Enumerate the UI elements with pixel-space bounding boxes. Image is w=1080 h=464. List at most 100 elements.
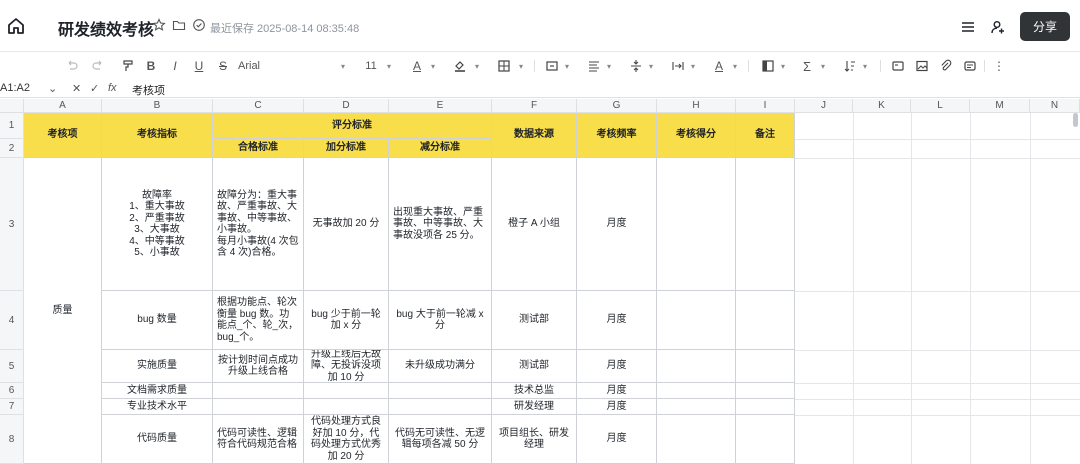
column-header[interactable]: C (213, 99, 304, 113)
redo-icon[interactable] (90, 57, 106, 75)
cell-minus[interactable] (389, 399, 492, 415)
chevron-down-icon[interactable]: ▾ (778, 57, 788, 75)
chevron-down-icon[interactable]: ▾ (338, 57, 348, 75)
cell-minus[interactable]: 代码无可读性、无逻辑每项各减 50 分 (389, 415, 492, 464)
row-header[interactable]: 8 (0, 415, 24, 464)
column-header[interactable]: E (389, 99, 492, 113)
italic-button[interactable]: I (168, 57, 182, 75)
image-icon[interactable] (914, 57, 930, 75)
cell-note[interactable] (736, 415, 795, 464)
chevron-down-icon[interactable]: ▾ (516, 57, 526, 75)
chevron-down-icon[interactable]: ▾ (646, 57, 656, 75)
star-icon[interactable] (152, 18, 166, 32)
font-color-button[interactable]: A (410, 57, 424, 75)
header-cell-plus[interactable]: 加分标准 (304, 139, 389, 158)
cell-source[interactable]: 橙子 A 小组 (492, 158, 577, 291)
column-header[interactable]: I (736, 99, 795, 113)
menu-icon[interactable] (960, 19, 976, 35)
column-header[interactable]: N (1030, 99, 1080, 113)
cell-frequency[interactable]: 月度 (577, 415, 657, 464)
row-header[interactable]: 2 (0, 139, 24, 158)
column-header[interactable]: H (657, 99, 736, 113)
cell-score[interactable] (657, 350, 736, 383)
chevron-down-icon[interactable]: ▾ (818, 57, 828, 75)
cell-score[interactable] (657, 415, 736, 464)
formula-content[interactable]: 考核项 (132, 82, 165, 98)
text-wrap-icon[interactable] (670, 57, 686, 75)
confirm-icon[interactable]: ✓ (90, 82, 99, 95)
border-icon[interactable] (496, 57, 512, 75)
sum-button[interactable]: Σ (800, 57, 814, 75)
cell-note[interactable] (736, 383, 795, 399)
cell-note[interactable] (736, 399, 795, 415)
row-header[interactable]: 1 (0, 113, 24, 139)
cell-indicator[interactable]: bug 数量 (102, 291, 213, 350)
attachment-icon[interactable] (938, 57, 954, 75)
cell-minus[interactable]: bug 大于前一轮减 x 分 (389, 291, 492, 350)
column-header[interactable]: A (24, 99, 102, 113)
document-title[interactable]: 研发绩效考核 (58, 16, 154, 40)
home-icon[interactable] (6, 16, 26, 36)
cell-score[interactable] (657, 291, 736, 350)
header-cell-minus[interactable]: 减分标准 (389, 139, 492, 158)
merge-cells-icon[interactable] (544, 57, 560, 75)
chevron-down-icon[interactable]: ⌄ (48, 82, 57, 95)
cancel-icon[interactable]: ✕ (72, 82, 81, 95)
cell-pass[interactable] (213, 383, 304, 399)
select-all-corner[interactable] (0, 99, 24, 113)
row-header[interactable]: 5 (0, 350, 24, 383)
cell-pass[interactable]: 按计划时间点成功升级上线合格 (213, 350, 304, 383)
cell-note[interactable] (736, 158, 795, 291)
header-cell-note[interactable]: 备注 (736, 113, 795, 158)
share-button[interactable]: 分享 (1019, 12, 1070, 41)
comment-icon[interactable] (962, 57, 978, 75)
cell-minus[interactable]: 出现重大事故、严重事故、中等事故、大事故没项各 25 分。 (389, 158, 492, 291)
cell-note[interactable] (736, 350, 795, 383)
chevron-down-icon[interactable]: ▾ (472, 57, 482, 75)
cell-pass[interactable]: 代码可读性、逻辑符合代码规范合格 (213, 415, 304, 464)
add-user-icon[interactable] (990, 19, 1006, 35)
vertical-scrollbar[interactable] (1073, 113, 1078, 127)
font-family-select[interactable]: Arial (238, 57, 328, 75)
cell-frequency[interactable]: 月度 (577, 291, 657, 350)
header-cell-source[interactable]: 数据来源 (492, 113, 577, 158)
chevron-down-icon[interactable]: ▾ (604, 57, 614, 75)
fill-color-icon[interactable] (452, 57, 468, 75)
cell-score[interactable] (657, 158, 736, 291)
column-header[interactable]: F (492, 99, 577, 113)
bold-button[interactable]: B (144, 57, 158, 75)
cell-reference[interactable]: A1:A2 (0, 82, 30, 94)
cell-plus[interactable]: 代码处理方式良好加 10 分，代码处理方式优秀加 20 分 (304, 415, 389, 464)
cell-plus[interactable] (304, 399, 389, 415)
header-cell-indicator[interactable]: 考核指标 (102, 113, 213, 158)
column-header[interactable]: J (795, 99, 853, 113)
chevron-down-icon[interactable]: ▾ (562, 57, 572, 75)
column-header[interactable]: G (577, 99, 657, 113)
card-icon[interactable] (890, 57, 906, 75)
cell-pass[interactable]: 故障分为：重大事故、严重事故、大事故、中等事故、小事故。 每月小事故(4 次包含… (213, 158, 304, 291)
column-header[interactable]: M (970, 99, 1030, 113)
column-header[interactable]: K (853, 99, 911, 113)
cell-quality[interactable]: 质量 (24, 158, 102, 464)
cell-note[interactable] (736, 291, 795, 350)
cell-pass[interactable]: 根据功能点、轮次衡量 bug 数。功能点_个、轮_次，bug_个。 (213, 291, 304, 350)
header-cell-frequency[interactable]: 考核频率 (577, 113, 657, 158)
folder-icon[interactable] (172, 18, 186, 32)
header-cell-score[interactable]: 考核得分 (657, 113, 736, 158)
header-cell-pass[interactable]: 合格标准 (213, 139, 304, 158)
row-header[interactable]: 4 (0, 291, 24, 350)
column-header[interactable]: B (102, 99, 213, 113)
row-header[interactable]: 6 (0, 383, 24, 399)
cell-indicator[interactable]: 实施质量 (102, 350, 213, 383)
cell-plus[interactable]: bug 少于前一轮加 x 分 (304, 291, 389, 350)
chevron-down-icon[interactable]: ▾ (428, 57, 438, 75)
cell-source[interactable]: 测试部 (492, 350, 577, 383)
chevron-down-icon[interactable]: ▾ (730, 57, 740, 75)
format-painter-icon[interactable] (120, 57, 136, 75)
more-icon[interactable]: ⋮ (993, 57, 1005, 75)
column-header[interactable]: L (911, 99, 970, 113)
align-icon[interactable] (586, 57, 602, 75)
cell-minus[interactable]: 未升级成功满分 (389, 350, 492, 383)
cell-indicator[interactable]: 故障率 1、重大事故 2、严重事故 3、大事故 4、中等事故 5、小事故 (102, 158, 213, 291)
cell-score[interactable] (657, 399, 736, 415)
